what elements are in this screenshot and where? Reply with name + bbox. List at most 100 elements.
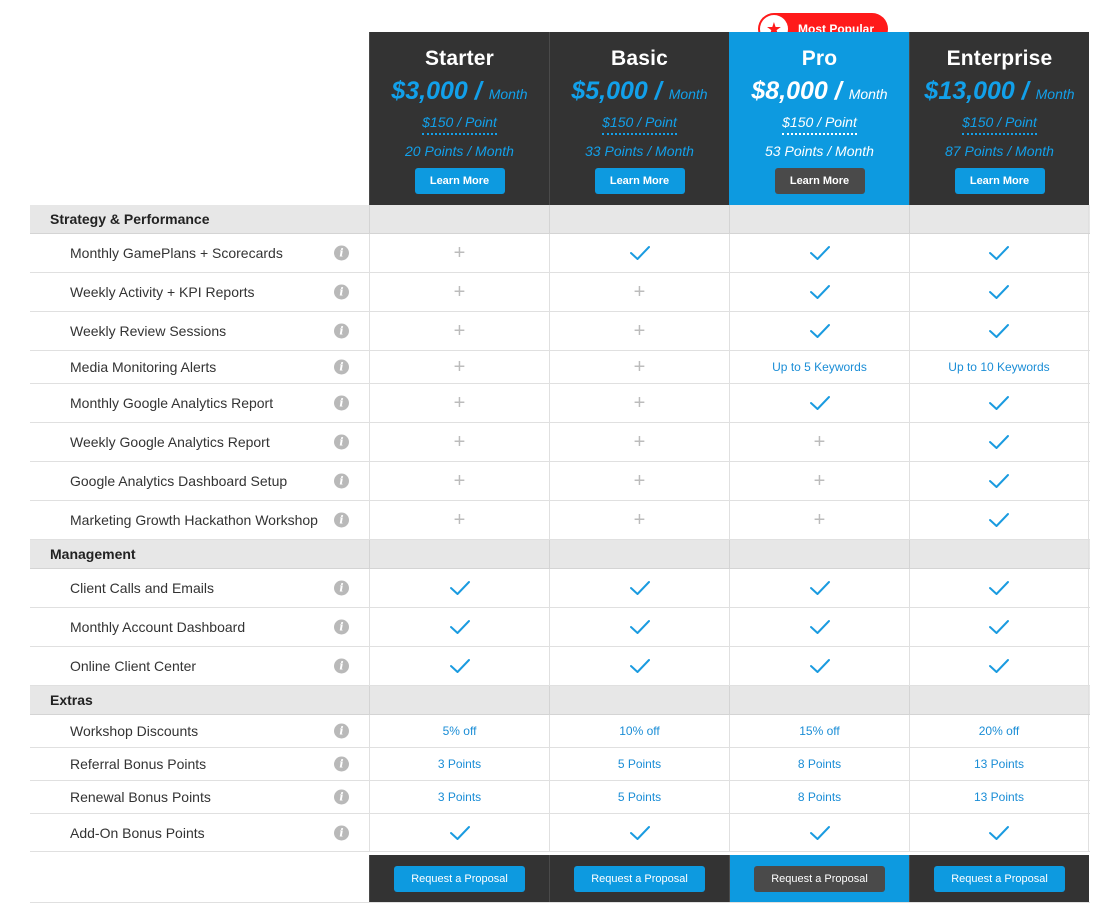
feature-value: 15% off (799, 724, 840, 738)
section-header: Management (30, 540, 1090, 569)
feature-label-cell: Monthly GamePlans + Scorecards i (30, 234, 369, 272)
checkmark-icon (629, 825, 650, 840)
price-period: Month (848, 86, 888, 102)
feature-row: Weekly Google Analytics Report i + + + (30, 423, 1090, 462)
info-icon[interactable]: i (334, 723, 349, 739)
info-icon[interactable]: i (334, 434, 349, 450)
plus-icon: + (453, 509, 466, 531)
info-icon[interactable]: i (334, 473, 349, 489)
plus-icon: + (633, 431, 646, 453)
points-per-month: 87 Points / Month (945, 143, 1054, 159)
feature-label-cell: Referral Bonus Points i (30, 748, 369, 780)
feature-value-cell: + (369, 423, 549, 461)
plan-column-basic: Basic $5,000 / Month $150 / Point 33 Poi… (549, 32, 729, 205)
checkmark-icon (629, 581, 650, 595)
feature-label-cell: Media Monitoring Alerts i (30, 351, 369, 383)
info-icon[interactable]: i (334, 512, 349, 528)
checkmark-icon (989, 324, 1009, 338)
request-proposal-button[interactable]: Request a Proposal (754, 866, 885, 892)
checkmark-icon (809, 581, 830, 595)
plan-name: Basic (610, 47, 669, 70)
feature-label-cell: Monthly Account Dashboard i (30, 608, 369, 646)
feature-label: Monthly GamePlans + Scorecards (70, 245, 283, 261)
checkmark-icon (989, 396, 1009, 410)
feature-value-cell: 3 Points (369, 748, 549, 780)
checkmark-icon (989, 620, 1009, 634)
feature-value-cell (909, 608, 1089, 646)
price-amount: $5,000 / (571, 77, 662, 105)
learn-more-button[interactable]: Learn More (774, 168, 865, 194)
feature-row: Online Client Center i (30, 647, 1090, 686)
feature-value-cell (729, 608, 909, 646)
checkmark-icon (629, 246, 650, 260)
checkmark-icon (809, 825, 830, 840)
checkmark-icon (449, 825, 470, 840)
feature-value-cell (729, 234, 909, 272)
plus-icon: + (633, 470, 646, 492)
feature-value-cell (909, 234, 1089, 272)
plus-icon: + (633, 356, 646, 378)
learn-more-button[interactable]: Learn More (414, 168, 505, 194)
info-icon[interactable]: i (334, 658, 349, 674)
section-cell (729, 540, 909, 568)
request-proposal-button[interactable]: Request a Proposal (574, 866, 705, 892)
feature-value-cell (729, 569, 909, 607)
plus-icon: + (453, 281, 466, 303)
plus-icon: + (633, 392, 646, 414)
feature-label: Google Analytics Dashboard Setup (70, 473, 288, 489)
feature-value-cell (909, 312, 1089, 350)
feature-value-cell (549, 569, 729, 607)
learn-more-button[interactable]: Learn More (954, 168, 1045, 194)
info-icon[interactable]: i (334, 825, 349, 840)
feature-label: Marketing Growth Hackathon Workshop (70, 512, 318, 528)
points-per-month: 53 Points / Month (765, 143, 874, 159)
feature-value-cell: + (549, 273, 729, 311)
feature-value: 3 Points (437, 790, 482, 804)
info-icon[interactable]: i (334, 789, 349, 805)
info-icon[interactable]: i (334, 284, 349, 300)
feature-label-cell: Renewal Bonus Points i (30, 781, 369, 813)
footer-cell-enterprise: Request a Proposal (909, 855, 1089, 903)
price-period: Month (1035, 86, 1075, 102)
feature-value-cell (369, 814, 549, 851)
feature-value-cell: + (549, 351, 729, 383)
feature-value-cell: 15% off (729, 715, 909, 747)
feature-value-cell: 8 Points (729, 781, 909, 813)
feature-value-cell (549, 814, 729, 851)
section-title: Strategy & Performance (50, 211, 210, 227)
plan-header-row: Starter $3,000 / Month $150 / Point 20 P… (369, 32, 1089, 205)
feature-value-cell: + (729, 462, 909, 500)
feature-value: Up to 10 Keywords (948, 360, 1050, 374)
info-icon[interactable]: i (334, 323, 349, 339)
section-cell (729, 686, 909, 714)
feature-value: 3 Points (437, 757, 482, 771)
feature-label-cell: Weekly Review Sessions i (30, 312, 369, 350)
learn-more-button[interactable]: Learn More (594, 168, 685, 194)
plus-icon: + (453, 470, 466, 492)
feature-value-cell (369, 647, 549, 685)
plan-name: Enterprise (946, 47, 1053, 70)
feature-value-cell: + (369, 273, 549, 311)
feature-value-cell (549, 234, 729, 272)
info-icon[interactable]: i (334, 619, 349, 635)
info-icon[interactable]: i (334, 756, 349, 772)
info-icon[interactable]: i (334, 359, 349, 375)
feature-value-cell (369, 608, 549, 646)
section-cell (909, 540, 1089, 568)
info-icon[interactable]: i (334, 245, 349, 261)
feature-value-cell: + (369, 234, 549, 272)
feature-label: Weekly Review Sessions (70, 323, 227, 339)
checkmark-icon (989, 474, 1009, 488)
request-proposal-button[interactable]: Request a Proposal (934, 866, 1065, 892)
feature-label: Monthly Google Analytics Report (70, 395, 274, 411)
checkmark-icon (989, 435, 1009, 449)
feature-value-cell: + (549, 384, 729, 422)
plan-column-pro: Pro $8,000 / Month $150 / Point 53 Point… (729, 32, 909, 205)
info-icon[interactable]: i (334, 580, 349, 596)
checkmark-icon (449, 659, 470, 673)
feature-label: Weekly Google Analytics Report (70, 434, 270, 450)
feature-value-cell: + (729, 423, 909, 461)
plus-icon: + (453, 320, 466, 342)
info-icon[interactable]: i (334, 395, 349, 411)
request-proposal-button[interactable]: Request a Proposal (394, 866, 525, 892)
